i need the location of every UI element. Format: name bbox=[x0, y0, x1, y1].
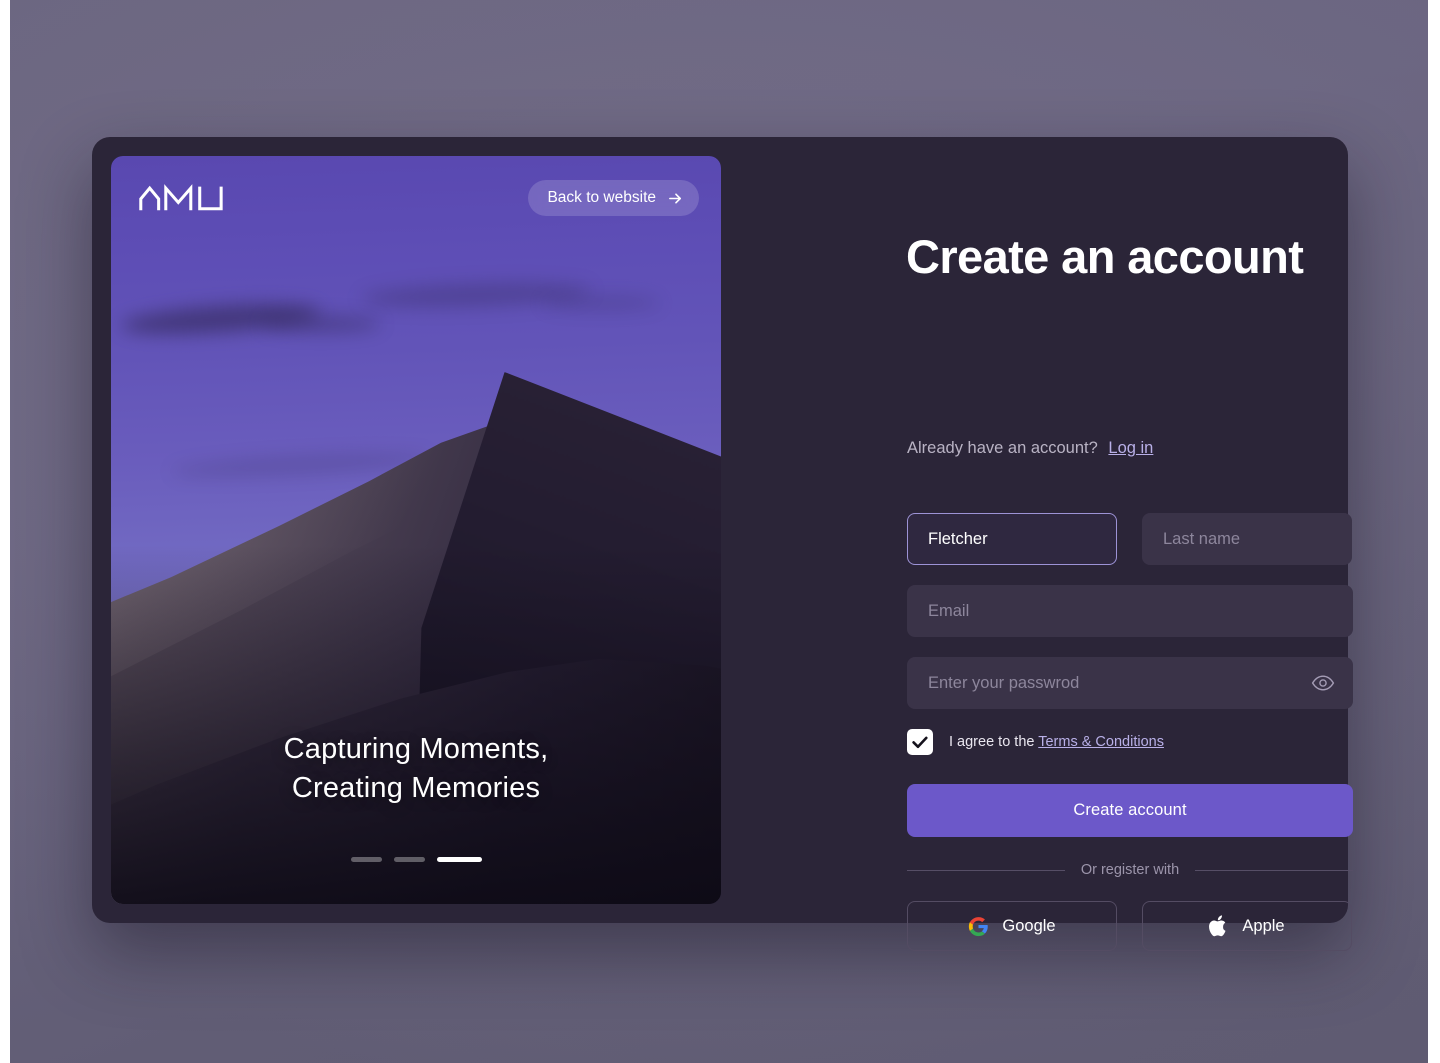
terms-label: I agree to the Terms & Conditions bbox=[949, 734, 1164, 750]
carousel-dot-3[interactable] bbox=[436, 857, 482, 862]
hero-caption-line-1: Capturing Moments, bbox=[283, 732, 549, 765]
amu-logo[interactable] bbox=[139, 184, 239, 212]
terms-row: I agree to the Terms & Conditions bbox=[907, 729, 1353, 755]
checkmark-icon bbox=[912, 736, 928, 748]
email-placeholder: Email bbox=[928, 601, 970, 620]
social-buttons-row: Google Apple bbox=[907, 901, 1353, 951]
divider-line-left bbox=[907, 869, 1065, 871]
last-name-field[interactable]: Last name bbox=[1142, 513, 1352, 565]
hero-panel: Back to website Capturing Moments, Creat… bbox=[111, 156, 721, 904]
first-name-value: Fletcher bbox=[928, 529, 988, 548]
divider-line-right bbox=[1195, 869, 1353, 871]
auth-card: Back to website Capturing Moments, Creat… bbox=[92, 137, 1353, 951]
login-prompt-text: Already have an account? bbox=[907, 439, 1098, 457]
hero-top-bar: Back to website bbox=[139, 180, 699, 216]
screenshot-root: Back to website Capturing Moments, Creat… bbox=[0, 0, 1440, 1063]
terms-checkbox[interactable] bbox=[907, 729, 933, 755]
terms-prefix: I agree to the bbox=[949, 734, 1035, 750]
carousel-dot-2[interactable] bbox=[393, 857, 425, 862]
or-register-divider: Or register with bbox=[907, 862, 1353, 878]
hero-caption-line-2: Creating Memories bbox=[291, 771, 541, 804]
apple-signup-button[interactable]: Apple bbox=[1142, 901, 1352, 951]
arrow-right-icon bbox=[669, 192, 681, 204]
password-placeholder: Enter your passwrod bbox=[928, 673, 1080, 692]
google-label: Google bbox=[1002, 916, 1056, 935]
google-icon bbox=[969, 916, 989, 936]
amu-wordmark-icon bbox=[139, 184, 223, 211]
carousel-dots bbox=[111, 857, 721, 862]
login-prompt: Already have an account? Log in bbox=[907, 439, 1153, 458]
apple-icon bbox=[1209, 915, 1226, 937]
login-link[interactable]: Log in bbox=[1108, 439, 1153, 457]
google-signup-button[interactable]: Google bbox=[907, 901, 1117, 951]
divider-label: Or register with bbox=[1080, 862, 1180, 878]
password-visibility-toggle[interactable] bbox=[1310, 673, 1336, 693]
apple-label: Apple bbox=[1242, 916, 1285, 935]
signup-form-panel: Create an account Already have an accoun… bbox=[814, 156, 1353, 951]
back-to-website-label: Back to website bbox=[547, 189, 656, 206]
password-field[interactable]: Enter your passwrod bbox=[907, 657, 1353, 709]
create-account-button[interactable]: Create account bbox=[907, 784, 1353, 837]
page-title: Create an account bbox=[906, 230, 1304, 283]
carousel-dot-1[interactable] bbox=[350, 857, 382, 862]
terms-and-conditions-link[interactable]: Terms & Conditions bbox=[1038, 734, 1164, 750]
hero-caption: Capturing Moments, Creating Memories bbox=[111, 730, 721, 808]
first-name-field[interactable]: Fletcher bbox=[907, 513, 1117, 565]
eye-icon bbox=[1311, 675, 1335, 691]
name-row: Fletcher Last name bbox=[907, 513, 1353, 585]
signup-form: Fletcher Last name Email Enter your pass… bbox=[907, 513, 1353, 951]
back-to-website-button[interactable]: Back to website bbox=[528, 180, 699, 216]
email-field[interactable]: Email bbox=[907, 585, 1353, 637]
last-name-placeholder: Last name bbox=[1163, 529, 1241, 548]
